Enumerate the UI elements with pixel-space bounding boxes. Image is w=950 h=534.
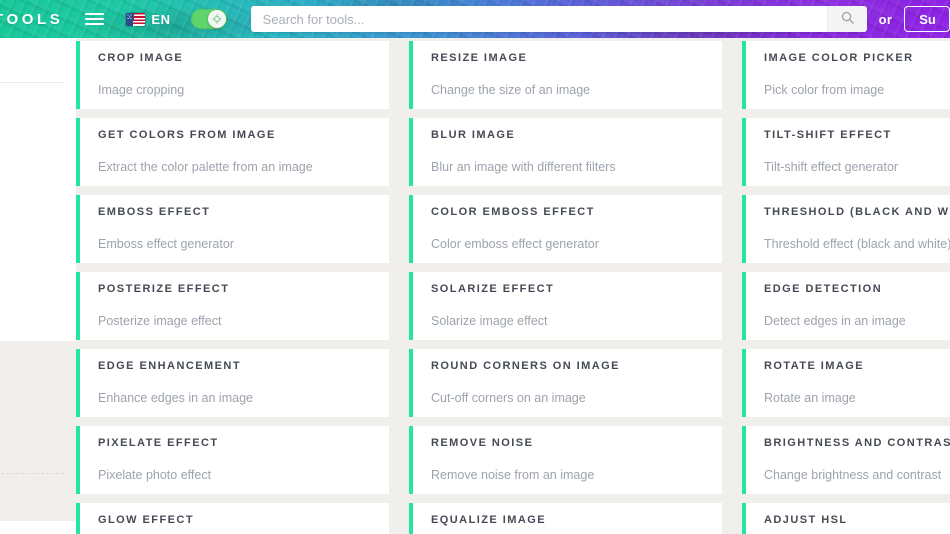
tool-card-glow-effect[interactable]: GLOW EFFECT — [76, 503, 389, 534]
sidebar-lower-item-1[interactable]: s — [0, 345, 76, 375]
tool-card-description: Extract the color palette from an image — [98, 160, 313, 174]
hamburger-line — [85, 18, 105, 20]
tool-card-image-color-picker[interactable]: IMAGE COLOR PICKER Pick color from image — [742, 41, 950, 109]
or-separator-label: or — [878, 11, 893, 27]
site-logo[interactable]: TOOLS — [0, 11, 63, 28]
sidebar-item-0[interactable]: s — [0, 89, 76, 119]
tool-card-title: THRESHOLD (BLACK AND WHITE) — [764, 206, 950, 218]
sidebar-lower-item-4[interactable]: licy — [0, 435, 76, 465]
tool-card-emboss-effect[interactable]: EMBOSS EFFECT Emboss effect generator — [76, 195, 389, 263]
sidebar-divider-2 — [0, 473, 64, 474]
tool-card-description: Color emboss effect generator — [431, 237, 599, 251]
sidebar-lower-section: s tool ervice licy TOOLS — [0, 341, 76, 521]
tool-card-pixelate-effect[interactable]: PIXELATE EFFECT Pixelate photo effect — [76, 426, 389, 494]
tool-card-title: TILT-SHIFT EFFECT — [764, 129, 892, 141]
tool-card-title: EDGE ENHANCEMENT — [98, 360, 241, 372]
tool-card-title: REMOVE NOISE — [431, 437, 534, 449]
card-grid: CROP IMAGE Image cropping RESIZE IMAGE C… — [76, 0, 950, 534]
tool-card-adjust-hsl[interactable]: ADJUST HSL — [742, 503, 950, 534]
tool-card-description: Detect edges in an image — [764, 314, 906, 328]
tool-card-get-colors-from-image[interactable]: GET COLORS FROM IMAGE Extract the color … — [76, 118, 389, 186]
tool-card-description: Threshold effect (black and white) gener… — [764, 237, 950, 251]
tool-card-description: Enhance edges in an image — [98, 391, 253, 405]
tool-card-title: BRIGHTNESS AND CONTRAST — [764, 437, 950, 449]
tool-card-description: Pick color from image — [764, 83, 885, 97]
tool-card-title: EQUALIZE IMAGE — [431, 514, 547, 526]
tool-card-grid: CROP IMAGE Image cropping RESIZE IMAGE C… — [76, 0, 950, 534]
tool-card-description: Pixelate photo effect — [98, 468, 212, 482]
hamburger-icon[interactable] — [85, 11, 105, 27]
sidebar-footer-title: TOOLS — [0, 480, 76, 511]
tool-card-rotate-image[interactable]: ROTATE IMAGE Rotate an image — [742, 349, 950, 417]
tool-card-title: GLOW EFFECT — [98, 514, 194, 526]
tool-card-tilt-shift-effect[interactable]: TILT-SHIFT EFFECT Tilt-shift effect gene… — [742, 118, 950, 186]
flag-en-icon — [126, 12, 146, 26]
tool-card-description: Posterize image effect — [98, 314, 222, 328]
tool-card-title: IMAGE COLOR PICKER — [764, 52, 914, 64]
tool-card-title: ROUND CORNERS ON IMAGE — [431, 360, 620, 372]
toggle-knob — [207, 10, 226, 28]
tool-card-solarize-effect[interactable]: SOLARIZE EFFECT Solarize image effect — [409, 272, 722, 340]
search-button[interactable] — [826, 6, 867, 32]
tool-card-crop-image[interactable]: CROP IMAGE Image cropping — [76, 41, 389, 109]
tool-card-description: Rotate an image — [764, 391, 856, 405]
sidebar-lower-item-2[interactable]: tool — [0, 375, 76, 405]
tool-card-description: Image cropping — [98, 83, 185, 97]
left-sidebar: s s ne g s tool ervice licy TOOLS — [0, 38, 76, 534]
tool-card-title: EDGE DETECTION — [764, 283, 883, 295]
search-input[interactable] — [250, 6, 827, 32]
tool-card-remove-noise[interactable]: REMOVE NOISE Remove noise from an image — [409, 426, 722, 494]
language-code-label: EN — [151, 11, 171, 27]
tool-card-round-corners-on-image[interactable]: ROUND CORNERS ON IMAGE Cut-off corners o… — [409, 349, 722, 417]
tool-card-description: Change the size of an image — [431, 83, 591, 97]
sidebar-item-2[interactable]: s — [0, 137, 76, 167]
sidebar-item-3[interactable] — [0, 167, 76, 185]
tool-card-title: ROTATE IMAGE — [764, 360, 865, 372]
tool-card-resize-image[interactable]: RESIZE IMAGE Change the size of an image — [409, 41, 722, 109]
tool-card-title: ADJUST HSL — [764, 514, 848, 526]
sidebar-item-4[interactable]: ne — [0, 185, 76, 215]
hamburger-line — [85, 13, 105, 15]
tool-card-title: EMBOSS EFFECT — [98, 206, 211, 218]
tool-card-blur-image[interactable]: BLUR IMAGE Blur an image with different … — [409, 118, 722, 186]
tool-card-edge-enhancement[interactable]: EDGE ENHANCEMENT Enhance edges in an ima… — [76, 349, 389, 417]
wrench-icon — [0, 267, 76, 341]
tool-card-color-emboss-effect[interactable]: COLOR EMBOSS EFFECT Color emboss effect … — [409, 195, 722, 263]
tool-card-title: POSTERIZE EFFECT — [98, 283, 230, 295]
tool-card-description: Emboss effect generator — [98, 237, 234, 251]
tool-card-description: Remove noise from an image — [431, 468, 595, 482]
tool-card-title: GET COLORS FROM IMAGE — [98, 129, 276, 141]
tool-card-title: SOLARIZE EFFECT — [431, 283, 555, 295]
submit-button[interactable]: Su — [904, 6, 950, 32]
tool-card-description: Blur an image with different filters — [431, 160, 616, 174]
sidebar-divider — [0, 82, 64, 83]
sidebar-lower-item-0[interactable]: g — [0, 237, 76, 267]
tool-card-description: Solarize image effect — [431, 314, 548, 328]
tool-card-title: COLOR EMBOSS EFFECT — [431, 206, 595, 218]
tool-card-title: CROP IMAGE — [98, 52, 184, 64]
search-bar[interactable] — [250, 6, 867, 32]
search-icon — [840, 10, 855, 28]
tool-card-title: BLUR IMAGE — [431, 129, 516, 141]
tool-card-title: RESIZE IMAGE — [431, 52, 528, 64]
sidebar-item-1[interactable] — [0, 119, 76, 137]
tool-card-description: Change brightness and contrast — [764, 468, 942, 482]
tool-card-brightness-and-contrast[interactable]: BRIGHTNESS AND CONTRAST Change brightnes… — [742, 426, 950, 494]
hamburger-line — [85, 23, 105, 25]
tool-card-description: Tilt-shift effect generator — [764, 160, 899, 174]
top-header-bar: TOOLS EN Search for tools... or Su — [0, 0, 950, 38]
language-selector[interactable]: EN — [126, 12, 170, 27]
tool-card-edge-detection[interactable]: EDGE DETECTION Detect edges in an image — [742, 272, 950, 340]
social-links — [0, 38, 76, 80]
tool-card-description: Cut-off corners on an image — [431, 391, 586, 405]
tool-card-posterize-effect[interactable]: POSTERIZE EFFECT Posterize image effect — [76, 272, 389, 340]
theme-toggle-switch[interactable] — [190, 9, 227, 29]
browser-viewport: s s ne g s tool ervice licy TOOLS — [0, 0, 950, 534]
tool-card-title: PIXELATE EFFECT — [98, 437, 219, 449]
tool-card-threshold-black-and-white[interactable]: THRESHOLD (BLACK AND WHITE) Threshold ef… — [742, 195, 950, 263]
sidebar-lower-item-3[interactable]: ervice — [0, 405, 76, 435]
tool-card-equalize-image[interactable]: EQUALIZE IMAGE — [409, 503, 722, 534]
